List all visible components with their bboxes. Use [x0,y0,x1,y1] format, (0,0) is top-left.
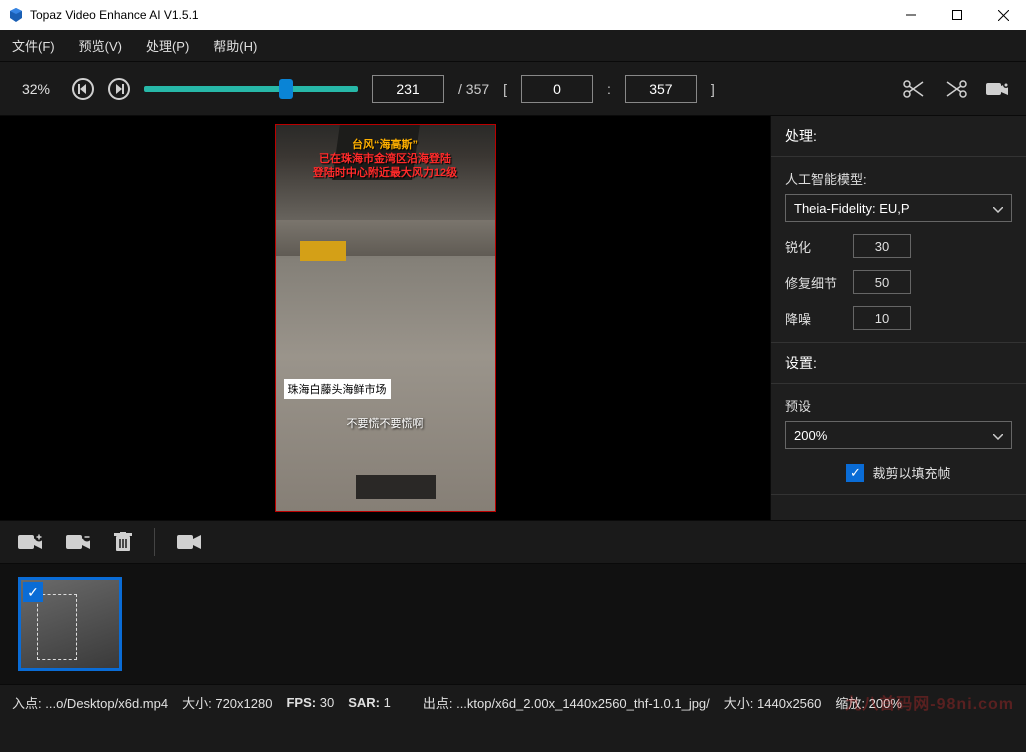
record-preview-icon[interactable] [984,77,1012,101]
menu-process[interactable]: 处理(P) [146,36,189,55]
maximize-button[interactable] [934,0,980,30]
preset-label: 预设 [785,396,1012,415]
add-clip-button[interactable] [18,533,44,551]
out-size: 1440x2560 [757,696,821,711]
out-path: ...ktop/x6d_2.00x_1440x2560_thf-1.0.1_jp… [456,696,710,711]
video-subtitle: 不要慌不要慌啊 [276,415,495,431]
side-panel: 处理: 人工智能模型: Theia-Fidelity: EU,P 锐化 30 修… [770,116,1026,520]
timeline-slider[interactable] [144,86,358,92]
close-button[interactable] [980,0,1026,30]
zoom-percent: 32% [14,81,58,97]
minimize-button[interactable] [888,0,934,30]
restore-label: 修复细节 [785,273,843,292]
ai-model-value: Theia-Fidelity: EU,P [794,201,910,216]
sharpen-input[interactable]: 30 [853,234,911,258]
sharpen-label: 锐化 [785,237,843,256]
range-colon: : [607,81,611,97]
bracket-close: ] [711,81,715,97]
crop-checkbox[interactable]: ✓ [846,464,864,482]
in-path: ...o/Desktop/x6d.mp4 [45,696,168,711]
preset-select[interactable]: 200% [785,421,1012,449]
crop-label: 裁剪以填充帧 [872,463,950,482]
frame-separator: / 357 [458,81,489,97]
menu-preview[interactable]: 预览(V) [79,36,122,55]
restore-input[interactable]: 50 [853,270,911,294]
process-section-header: 处理: [771,116,1026,157]
delete-button[interactable] [114,532,132,552]
clip-toolbar [0,520,1026,564]
range-start-input[interactable]: 0 [521,75,593,103]
video-caption-box: 珠海白藤头海鲜市场 [284,379,391,399]
playback-bar: 32% 231 / 357 [ 0 : 357 ] [0,62,1026,116]
current-frame-input[interactable]: 231 [372,75,444,103]
thumbnail-strip: ✓ [0,564,1026,684]
prev-frame-button[interactable] [72,78,94,100]
sar-value: 1 [384,695,391,710]
chevron-down-icon [993,201,1003,216]
video-overlay-headline: 台风“海高斯” 已在珠海市金湾区沿海登陆 登陆时中心附近最大风力12级 [276,138,495,180]
in-size: 720x1280 [215,696,272,711]
remove-clip-button[interactable] [66,533,92,551]
cut-out-icon[interactable] [942,77,970,101]
fps-value: 30 [320,695,334,710]
bracket-open: [ [503,81,507,97]
preview-area: 台风“海高斯” 已在珠海市金湾区沿海登陆 登陆时中心附近最大风力12级 珠海白藤… [0,116,770,520]
settings-section-header: 设置: [771,343,1026,384]
ai-model-label: 人工智能模型: [785,169,1012,188]
menu-file[interactable]: 文件(F) [12,36,55,55]
app-logo-icon [8,7,24,23]
denoise-label: 降噪 [785,309,843,328]
preset-value: 200% [794,428,827,443]
chevron-down-icon [993,428,1003,443]
clip-thumbnail[interactable]: ✓ [18,577,122,671]
window-title: Topaz Video Enhance AI V1.5.1 [30,8,888,22]
timeline-thumb[interactable] [279,79,293,99]
denoise-input[interactable]: 10 [853,306,911,330]
status-bar: 入点: ...o/Desktop/x6d.mp4 大小: 720x1280 FP… [0,684,1026,720]
thumbnail-selected-icon[interactable]: ✓ [23,582,43,602]
scale-value: 200% [869,696,902,711]
toolbar-divider [154,528,155,556]
next-frame-button[interactable] [108,78,130,100]
cut-in-icon[interactable] [900,77,928,101]
range-end-input[interactable]: 357 [625,75,697,103]
video-frame[interactable]: 台风“海高斯” 已在珠海市金湾区沿海登陆 登陆时中心附近最大风力12级 珠海白藤… [275,124,496,512]
window-titlebar: Topaz Video Enhance AI V1.5.1 [0,0,1026,30]
menubar: 文件(F) 预览(V) 处理(P) 帮助(H) [0,30,1026,62]
menu-help[interactable]: 帮助(H) [213,36,257,55]
ai-model-select[interactable]: Theia-Fidelity: EU,P [785,194,1012,222]
process-video-button[interactable] [177,534,201,550]
